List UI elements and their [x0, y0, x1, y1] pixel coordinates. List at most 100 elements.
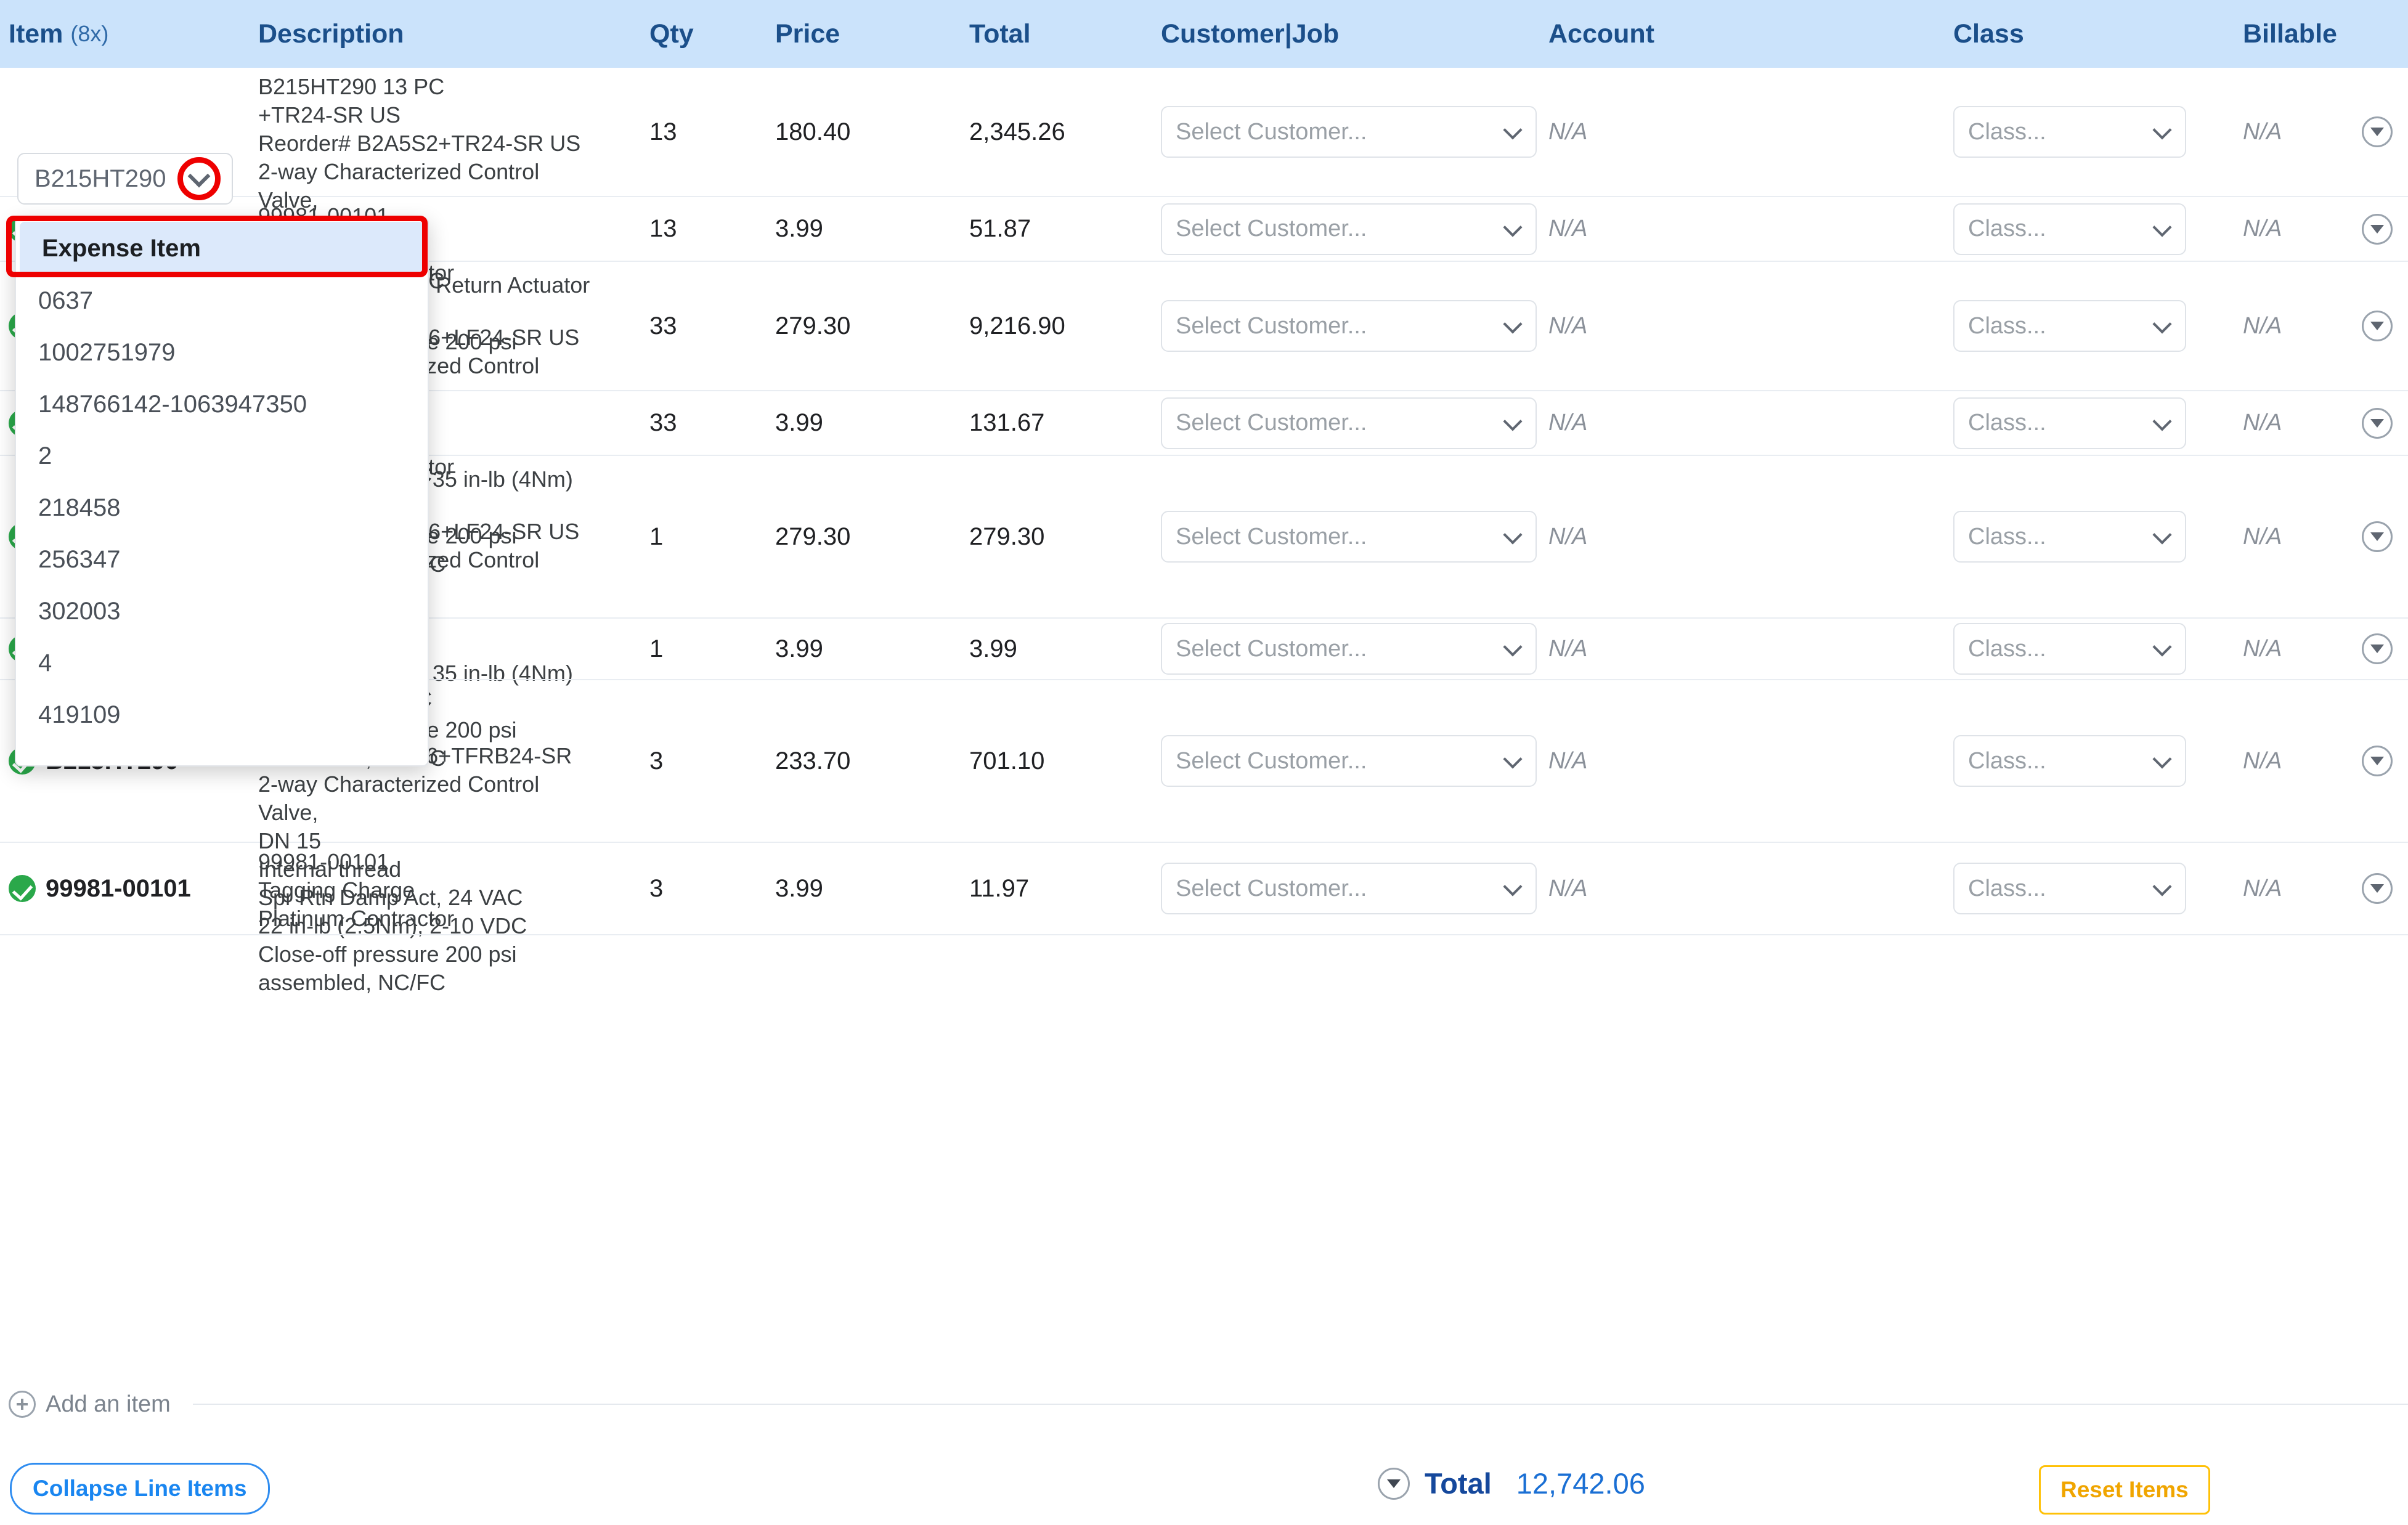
- cell-qty: 33: [649, 391, 748, 455]
- class-select[interactable]: Class...: [1953, 203, 2186, 255]
- qty-value: 1: [649, 523, 663, 551]
- chevron-down-icon-highlighted[interactable]: [177, 157, 221, 200]
- class-select[interactable]: Class...: [1953, 623, 2186, 675]
- row-menu-button[interactable]: [2362, 521, 2393, 552]
- column-header-label: Item: [9, 19, 63, 49]
- dropdown-option[interactable]: Expense Item: [20, 222, 424, 275]
- total-label: Total: [1425, 1466, 1492, 1500]
- footer-bar: Collapse Line Items Total 12,742.06 Rese…: [0, 1454, 2408, 1525]
- add-an-item-row[interactable]: Add an item: [0, 1383, 2408, 1426]
- billable-value: N/A: [2243, 313, 2282, 340]
- item-count-badge: (8x): [70, 21, 108, 47]
- cell-billable: N/A: [2243, 843, 2408, 934]
- class-select[interactable]: Class...: [1953, 397, 2186, 449]
- dropdown-option[interactable]: 2: [16, 430, 428, 482]
- class-select[interactable]: Class...: [1953, 300, 2186, 352]
- total-value: 3.99: [969, 635, 1017, 663]
- collapse-line-items-button[interactable]: Collapse Line Items: [10, 1463, 270, 1515]
- divider: [193, 1404, 2408, 1405]
- class-select[interactable]: Class...: [1953, 511, 2186, 563]
- row-menu-button[interactable]: [2362, 214, 2393, 245]
- row-menu-button[interactable]: [2362, 311, 2393, 341]
- account-value: N/A: [1548, 313, 1587, 340]
- cell-customer-job: Select Customer...: [1161, 197, 1543, 261]
- cell-price: 3.99: [775, 843, 911, 934]
- dropdown-option[interactable]: 256347: [16, 534, 428, 585]
- row-menu-button[interactable]: [2362, 633, 2393, 664]
- total-value: 9,216.90: [969, 312, 1065, 340]
- cell-total: 701.10: [969, 680, 1129, 842]
- column-header-label: Total: [969, 19, 1031, 49]
- total-value: 11.97: [969, 875, 1029, 903]
- account-value: N/A: [1548, 748, 1587, 775]
- qty-value: 33: [649, 312, 677, 340]
- dropdown-option[interactable]: 218458: [16, 482, 428, 534]
- cell-class: Class...: [1953, 197, 2224, 261]
- customer-select[interactable]: Select Customer...: [1161, 106, 1537, 158]
- customer-select-placeholder: Select Customer...: [1176, 119, 1367, 145]
- cell-billable: N/A: [2243, 391, 2408, 455]
- chevron-down-icon: [1503, 412, 1522, 431]
- dropdown-option[interactable]: 0637: [16, 275, 428, 327]
- dropdown-option[interactable]: 4: [16, 637, 428, 689]
- column-header-label: Account: [1548, 19, 1654, 49]
- chevron-down-icon: [2152, 749, 2171, 768]
- item-dropdown-menu[interactable]: Expense Item06371002751979148766142-1063…: [15, 217, 429, 767]
- total-expand-icon[interactable]: [1378, 1468, 1410, 1500]
- class-select[interactable]: Class...: [1953, 735, 2186, 787]
- column-header-description: Description: [258, 0, 404, 68]
- price-value: 279.30: [775, 312, 850, 340]
- total-value: 701.10: [969, 747, 1044, 775]
- dropdown-option[interactable]: 148766142-1063947350: [16, 378, 428, 430]
- customer-select[interactable]: Select Customer...: [1161, 863, 1537, 914]
- column-header-account: Account: [1548, 0, 1654, 68]
- dropdown-option[interactable]: 419109: [16, 689, 428, 741]
- total-value: 51.87: [969, 215, 1031, 243]
- caret-down-glyph: [2370, 128, 2384, 136]
- class-select[interactable]: Class...: [1953, 863, 2186, 914]
- row-menu-button[interactable]: [2362, 408, 2393, 439]
- caret-down-glyph: [2370, 757, 2384, 765]
- class-select-placeholder: Class...: [1968, 410, 2046, 436]
- customer-select[interactable]: Select Customer...: [1161, 511, 1537, 563]
- price-value: 3.99: [775, 215, 823, 243]
- cell-customer-job: Select Customer...: [1161, 68, 1543, 196]
- cell-item: 99981-00101: [9, 843, 267, 934]
- column-header-customer_job: Customer|Job: [1161, 0, 1339, 68]
- chevron-down-icon: [1503, 749, 1522, 768]
- chevron-down-icon: [1503, 120, 1522, 139]
- item-select-row-1[interactable]: B215HT290: [17, 153, 233, 205]
- customer-select[interactable]: Select Customer...: [1161, 397, 1537, 449]
- customer-select[interactable]: Select Customer...: [1161, 203, 1537, 255]
- reset-items-button[interactable]: Reset Items: [2039, 1465, 2210, 1515]
- customer-select[interactable]: Select Customer...: [1161, 623, 1537, 675]
- row-menu-button[interactable]: [2362, 116, 2393, 147]
- column-header-label: Billable: [2243, 19, 2337, 49]
- customer-select-placeholder: Select Customer...: [1176, 524, 1367, 550]
- cell-total: 131.67: [969, 391, 1129, 455]
- billable-value: N/A: [2243, 119, 2282, 145]
- row-menu-button[interactable]: [2362, 873, 2393, 904]
- qty-value: 13: [649, 118, 677, 146]
- chevron-down-icon: [1503, 314, 1522, 333]
- row-menu-button[interactable]: [2362, 746, 2393, 776]
- price-value: 3.99: [775, 635, 823, 663]
- cell-description: 99981-00101 Tagging Charge Platinum Cont…: [258, 843, 603, 934]
- customer-select[interactable]: Select Customer...: [1161, 300, 1537, 352]
- caret-down-glyph: [2370, 884, 2384, 893]
- cell-description: B215HT290 13 PC +TR24-SR US Reorder# B2A…: [258, 68, 603, 196]
- customer-select-placeholder: Select Customer...: [1176, 313, 1367, 340]
- dropdown-option[interactable]: 302003: [16, 585, 428, 637]
- item-name[interactable]: 99981-00101: [9, 875, 191, 903]
- class-select[interactable]: Class...: [1953, 106, 2186, 158]
- customer-select-placeholder: Select Customer...: [1176, 410, 1367, 436]
- cell-class: Class...: [1953, 456, 2224, 617]
- customer-select[interactable]: Select Customer...: [1161, 735, 1537, 787]
- dropdown-option[interactable]: 1002751979: [16, 327, 428, 378]
- table-row: B215HT290 13 PC +TR24-SR US Reorder# B2A…: [0, 68, 2408, 197]
- price-value: 3.99: [775, 875, 823, 903]
- column-header-qty: Qty: [649, 0, 694, 68]
- cell-account: N/A: [1548, 262, 1930, 390]
- total-value: 131.67: [969, 409, 1044, 437]
- check-circle-icon: [9, 875, 36, 902]
